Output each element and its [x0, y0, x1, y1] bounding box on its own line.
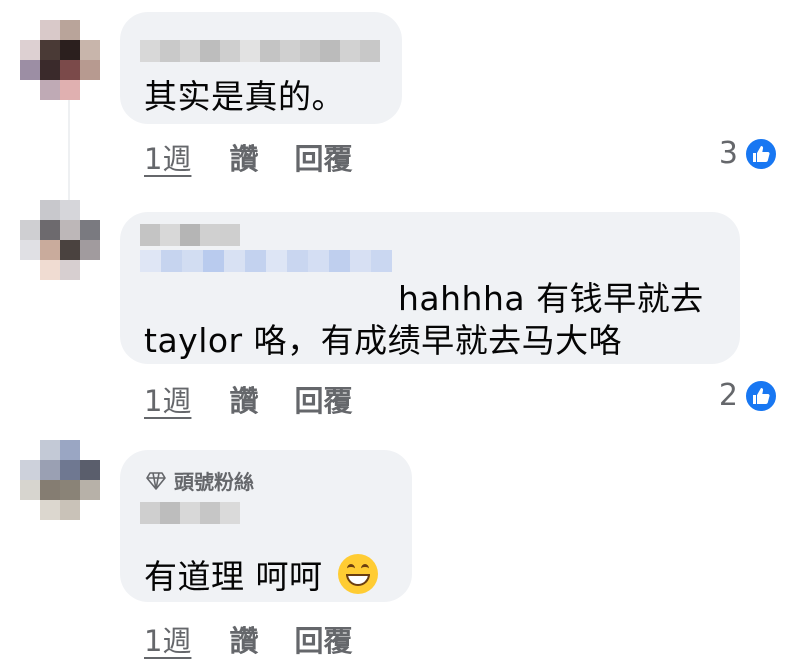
author-name[interactable]: [140, 502, 240, 524]
avatar[interactable]: [20, 200, 100, 280]
comment-text-content: 有道理 呵呵: [144, 557, 323, 596]
tagged-user-link[interactable]: [140, 250, 392, 272]
comment-text: 其实是真的。: [144, 77, 345, 116]
avatar[interactable]: [20, 440, 100, 520]
like-button[interactable]: 讚: [229, 378, 258, 420]
top-fan-badge[interactable]: 頭號粉絲: [146, 466, 254, 495]
timestamp-link[interactable]: 1週: [144, 618, 191, 660]
comment-actions: 1週 讚 回覆: [144, 136, 352, 178]
comment-text-line2: taylor 咯，有成绩早就去马大咯: [144, 321, 623, 360]
thumbs-up-icon: [744, 136, 778, 171]
timestamp-link[interactable]: 1週: [144, 136, 191, 178]
like-button[interactable]: 讚: [229, 618, 258, 660]
avatar[interactable]: [20, 20, 100, 100]
comment-bubble: 其实是真的。: [120, 12, 402, 124]
reaction-count: 3: [718, 136, 738, 171]
badge-text: 頭號粉絲: [174, 470, 254, 494]
comment-actions: 1週 讚 回覆: [144, 618, 352, 660]
comment-text-line1: hahhha 有钱早就去: [398, 279, 704, 318]
timestamp-link[interactable]: 1週: [144, 378, 191, 420]
reply-button[interactable]: 回覆: [294, 136, 352, 178]
comment-bubble: hahhha 有钱早就去 taylor 咯，有成绩早就去马大咯: [120, 212, 740, 364]
thumbs-up-icon: [744, 378, 778, 413]
author-name[interactable]: [140, 224, 240, 246]
reaction-summary[interactable]: 3: [719, 136, 778, 171]
like-button[interactable]: 讚: [229, 136, 258, 178]
comment-actions: 1週 讚 回覆: [144, 378, 352, 420]
grinning-face-emoji: [337, 554, 378, 594]
reply-button[interactable]: 回覆: [294, 618, 352, 660]
reaction-count: 2: [718, 378, 738, 413]
diamond-icon: [146, 471, 166, 490]
author-name[interactable]: [140, 40, 380, 62]
comment-text: 有道理 呵呵: [144, 550, 378, 598]
reaction-summary[interactable]: 2: [719, 378, 778, 413]
thread-line: [68, 95, 70, 200]
reply-button[interactable]: 回覆: [294, 378, 352, 420]
